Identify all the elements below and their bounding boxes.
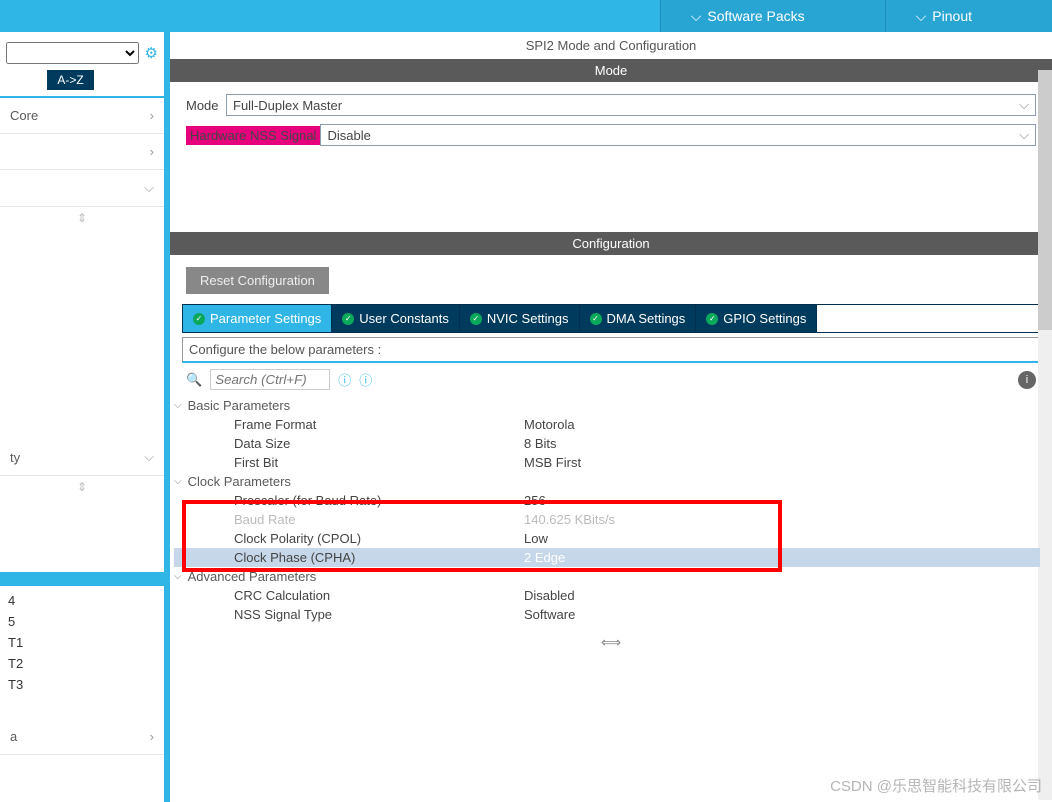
tab-parameter-settings[interactable]: ✓Parameter Settings [183,305,332,332]
chevron-down-icon: ⌵ [174,400,182,411]
nss-label: Hardware NSS Signal [186,126,320,145]
configure-description: Configure the below parameters : [182,337,1040,363]
info-icon[interactable]: i [1018,371,1036,389]
sort-tab-az[interactable]: A->Z [47,70,93,90]
drag-handle-icon[interactable]: ⇕ [0,476,164,498]
check-icon: ✓ [590,313,602,325]
param-crc-calculation[interactable]: CRC CalculationDisabled [174,586,1040,605]
watermark-text: CSDN @乐思智能科技有限公司 [830,775,1042,796]
config-tabs: ✓Parameter Settings ✓User Constants ✓NVI… [182,304,1040,333]
param-data-size[interactable]: Data Size8 Bits [174,434,1040,453]
parameter-tree: ⌵Basic Parameters Frame FormatMotorola D… [174,396,1040,624]
sidebar-item-t1[interactable]: T1 [0,632,164,653]
chevron-down-icon: ⌵ [691,8,702,25]
group-clock-parameters[interactable]: ⌵Clock Parameters [174,472,1040,491]
sidebar-item-t3[interactable]: T3 [0,674,164,695]
sidebar-item-t2[interactable]: T2 [0,653,164,674]
top-menu-bar: ⌵Software Packs ⌵Pinout [0,0,1052,32]
param-clock-polarity[interactable]: Clock Polarity (CPOL)Low [174,529,1040,548]
chevron-right-icon: › [150,144,154,159]
panel-title: SPI2 Mode and Configuration [170,32,1052,59]
chevron-down-icon: ⌵ [144,180,154,196]
nss-select[interactable]: Disable⌵ [320,124,1036,146]
tab-dma-settings[interactable]: ✓DMA Settings [580,305,697,332]
sidebar: ⚙ A->Z Core› › ⌵ ⇕ ty⌵ ⇕ 4 5 T1 T2 T3 a› [0,32,170,802]
chevron-down-icon: ⌵ [916,8,927,25]
chevron-down-icon: ⌵ [144,449,154,465]
check-icon: ✓ [193,313,205,325]
group-basic-parameters[interactable]: ⌵Basic Parameters [174,396,1040,415]
drag-handle-icon[interactable]: ⇕ [0,207,164,229]
sidebar-cat-2[interactable]: › [0,134,164,170]
group-advanced-parameters[interactable]: ⌵Advanced Parameters [174,567,1040,586]
param-baud-rate: Baud Rate140.625 KBits/s [174,510,1040,529]
param-first-bit[interactable]: First BitMSB First [174,453,1040,472]
search-prev-icon[interactable]: ⓘ [338,370,351,389]
sidebar-cat-core[interactable]: Core› [0,98,164,134]
check-icon: ✓ [470,313,482,325]
chevron-down-icon: ⌵ [1019,127,1029,143]
tab-gpio-settings[interactable]: ✓GPIO Settings [696,305,817,332]
main-panel: SPI2 Mode and Configuration Mode Mode Fu… [170,32,1052,802]
vertical-scrollbar[interactable] [1038,70,1052,800]
chevron-down-icon: ⌵ [1019,97,1029,113]
chevron-down-icon: ⌵ [174,476,182,487]
check-icon: ✓ [342,313,354,325]
resize-horizontal-icon[interactable]: ⟺ [170,634,1052,651]
sidebar-cat-ty[interactable]: ty⌵ [0,439,164,476]
mode-select[interactable]: Full-Duplex Master⌵ [226,94,1036,116]
sidebar-item-5[interactable]: 5 [0,611,164,632]
sidebar-filter-select[interactable] [6,42,139,64]
menu-software-packs[interactable]: ⌵Software Packs [660,0,885,32]
chevron-right-icon: › [150,729,154,744]
param-prescaler[interactable]: Prescaler (for Baud Rate)256 [174,491,1040,510]
search-input[interactable] [210,369,330,390]
sidebar-item-4[interactable]: 4 [0,590,164,611]
sort-tab-categories[interactable] [14,70,47,90]
search-next-icon[interactable]: ⓘ [359,370,372,389]
search-icon[interactable]: 🔍 [186,372,202,388]
param-nss-signal-type[interactable]: NSS Signal TypeSoftware [174,605,1040,624]
sidebar-cat-a[interactable]: a› [0,719,164,755]
reset-configuration-button[interactable]: Reset Configuration [186,267,329,294]
mode-label: Mode [186,98,226,113]
sidebar-selected-highlight [0,572,164,586]
chevron-down-icon: ⌵ [174,571,182,582]
check-icon: ✓ [706,313,718,325]
tab-user-constants[interactable]: ✓User Constants [332,305,460,332]
tab-nvic-settings[interactable]: ✓NVIC Settings [460,305,580,332]
gear-icon[interactable]: ⚙ [145,44,158,62]
param-clock-phase[interactable]: Clock Phase (CPHA)2 Edge [174,548,1040,567]
configuration-bar: Configuration [170,232,1052,255]
sidebar-cat-3[interactable]: ⌵ [0,170,164,207]
mode-bar: Mode [170,59,1052,82]
chevron-right-icon: › [150,108,154,123]
param-frame-format[interactable]: Frame FormatMotorola [174,415,1040,434]
menu-pinout[interactable]: ⌵Pinout [885,0,1052,32]
